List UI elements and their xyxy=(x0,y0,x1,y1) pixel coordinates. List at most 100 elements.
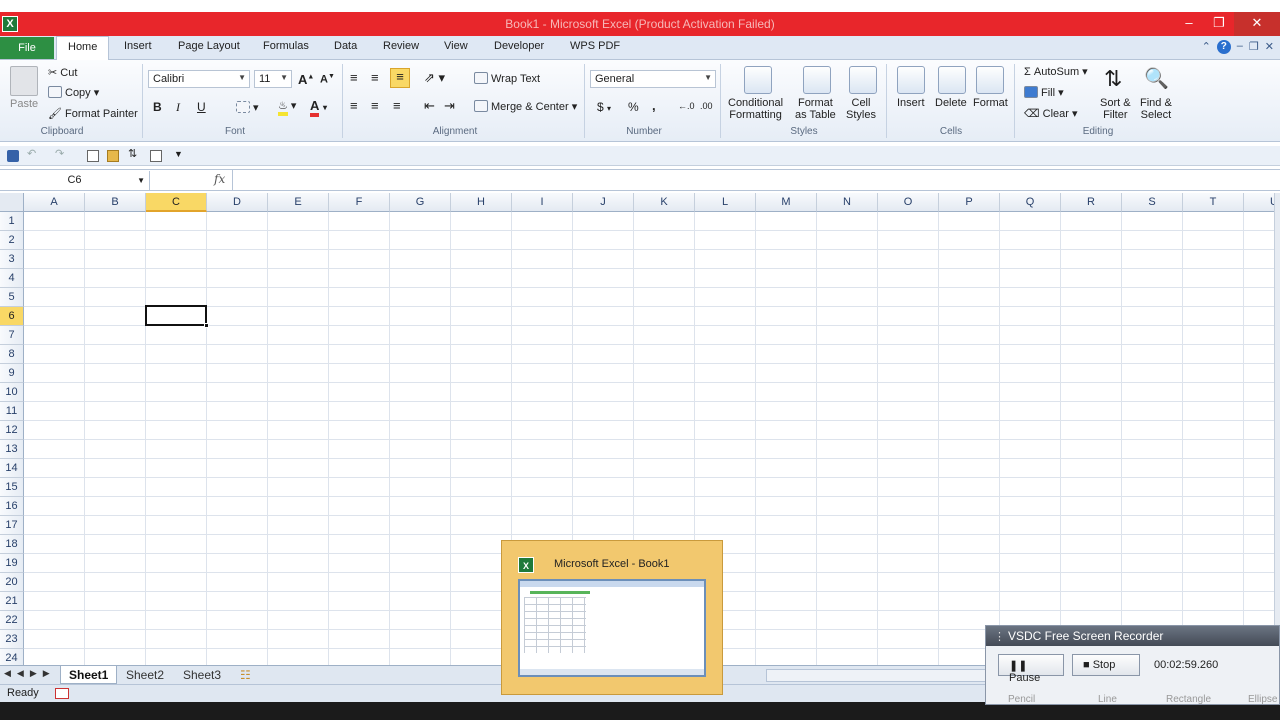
row-header-15[interactable]: 15 xyxy=(0,478,24,497)
name-box[interactable]: C6 ▼ xyxy=(0,171,150,190)
minimize-icon[interactable]: – xyxy=(1174,12,1204,36)
column-header-l[interactable]: L xyxy=(695,193,756,212)
column-header-p[interactable]: P xyxy=(939,193,1000,212)
borders-button[interactable]: ▾ xyxy=(236,101,259,114)
row-header-5[interactable]: 5 xyxy=(0,288,24,307)
row-header-1[interactable]: 1 xyxy=(0,212,24,231)
row-header-22[interactable]: 22 xyxy=(0,611,24,630)
column-header-m[interactable]: M xyxy=(756,193,817,212)
align-left-icon[interactable]: ≡ xyxy=(350,98,358,113)
find-select-button[interactable]: Find & Select xyxy=(1140,97,1172,121)
decrease-indent-icon[interactable]: ⇤ xyxy=(424,98,435,114)
row-header-11[interactable]: 11 xyxy=(0,402,24,421)
row-header-16[interactable]: 16 xyxy=(0,497,24,516)
copy-button[interactable]: Copy ▾ xyxy=(48,86,99,99)
print-preview-icon[interactable] xyxy=(87,150,99,162)
tab-page-layout[interactable]: Page Layout xyxy=(178,40,240,52)
tab-data[interactable]: Data xyxy=(334,40,357,52)
macro-record-icon[interactable] xyxy=(55,688,69,699)
fill-handle[interactable] xyxy=(204,323,209,328)
row-header-2[interactable]: 2 xyxy=(0,231,24,250)
merge-center-button[interactable]: Merge & Center ▾ xyxy=(474,100,577,113)
insert-sheet-icon[interactable]: ☷ xyxy=(232,666,259,684)
save-icon[interactable] xyxy=(7,150,19,162)
row-header-6[interactable]: 6 xyxy=(0,307,24,326)
column-header-n[interactable]: N xyxy=(817,193,878,212)
tab-home[interactable]: Home xyxy=(56,36,110,61)
paste-icon[interactable] xyxy=(10,66,38,96)
customize-toolbar-icon[interactable]: ▼ xyxy=(174,149,186,161)
pause-button[interactable]: ❚❚ Pause xyxy=(998,654,1064,684)
row-header-4[interactable]: 4 xyxy=(0,269,24,288)
format-as-table-button[interactable]: Format as Table xyxy=(795,97,836,121)
decrease-decimal-icon[interactable]: .00 xyxy=(700,101,713,111)
fill-color-button[interactable]: ♨ ▾ xyxy=(278,99,296,116)
row-header-12[interactable]: 12 xyxy=(0,421,24,440)
restore-icon[interactable]: ❐ xyxy=(1204,12,1234,36)
sheet-tab-sheet2[interactable]: Sheet2 xyxy=(118,666,172,684)
formula-input[interactable] xyxy=(236,173,1276,188)
stop-button[interactable]: ■ Stop xyxy=(1072,654,1140,676)
new-document-icon[interactable] xyxy=(150,150,162,162)
tab-review[interactable]: Review xyxy=(383,40,419,52)
row-header-14[interactable]: 14 xyxy=(0,459,24,478)
help-icon[interactable]: ? xyxy=(1216,40,1231,54)
delete-cells-button[interactable]: Delete xyxy=(935,97,967,109)
sheet-tab-sheet3[interactable]: Sheet3 xyxy=(175,666,229,684)
increase-decimal-icon[interactable]: ←.0 xyxy=(678,101,695,111)
column-header-d[interactable]: D xyxy=(207,193,268,212)
sheet-nav-buttons[interactable]: ◀◀▶▶ xyxy=(4,668,56,679)
font-name-select[interactable]: Calibri ▼ xyxy=(148,70,250,88)
preview-thumbnail[interactable] xyxy=(518,579,706,677)
insert-function-icon[interactable]: fx xyxy=(214,172,225,186)
paste-button[interactable]: Paste xyxy=(10,98,38,110)
comma-button[interactable]: , xyxy=(652,98,656,113)
row-header-23[interactable]: 23 xyxy=(0,630,24,649)
row-header-13[interactable]: 13 xyxy=(0,440,24,459)
close-icon[interactable]: ✕ xyxy=(1234,12,1280,36)
format-cells-button[interactable]: Format xyxy=(973,97,1008,109)
column-header-i[interactable]: I xyxy=(512,193,573,212)
font-color-button[interactable]: A ▾ xyxy=(310,98,327,117)
conditional-formatting-button[interactable]: Conditional Formatting xyxy=(728,97,783,121)
tab-developer[interactable]: Developer xyxy=(494,40,544,52)
row-header-24[interactable]: 24 xyxy=(0,649,24,665)
number-format-select[interactable]: General ▼ xyxy=(590,70,716,88)
rectangle-tool[interactable]: Rectangle xyxy=(1166,694,1211,705)
column-header-o[interactable]: O xyxy=(878,193,939,212)
column-header-a[interactable]: A xyxy=(24,193,85,212)
redo-icon[interactable]: ↷ xyxy=(55,147,67,160)
column-header-r[interactable]: R xyxy=(1061,193,1122,212)
column-header-s[interactable]: S xyxy=(1122,193,1183,212)
cell-styles-button[interactable]: Cell Styles xyxy=(846,97,876,121)
font-size-select[interactable]: 11 ▼ xyxy=(254,70,292,88)
align-top-icon[interactable]: ≡ xyxy=(350,70,358,85)
vertical-scrollbar[interactable] xyxy=(1274,193,1280,665)
fill-button[interactable]: Fill ▾ xyxy=(1024,86,1064,99)
column-header-g[interactable]: G xyxy=(390,193,451,212)
workbook-minimize-icon[interactable]: – xyxy=(1237,40,1243,54)
row-header-19[interactable]: 19 xyxy=(0,554,24,573)
undo-icon[interactable]: ↶ xyxy=(27,147,39,160)
align-right-icon[interactable]: ≡ xyxy=(393,98,401,113)
grip-icon[interactable]: ⋮ xyxy=(994,630,1005,643)
align-middle-icon[interactable]: ≡ xyxy=(371,70,379,85)
row-header-18[interactable]: 18 xyxy=(0,535,24,554)
clear-button[interactable]: ⌫ Clear ▾ xyxy=(1024,107,1078,120)
sort-icon[interactable]: ⇅ xyxy=(128,147,140,160)
row-header-21[interactable]: 21 xyxy=(0,592,24,611)
italic-button[interactable]: I xyxy=(176,100,180,115)
format-painter-button[interactable]: 🖌 Format Painter xyxy=(48,107,138,120)
column-header-k[interactable]: K xyxy=(634,193,695,212)
open-folder-icon[interactable] xyxy=(107,150,119,162)
row-header-17[interactable]: 17 xyxy=(0,516,24,535)
row-header-9[interactable]: 9 xyxy=(0,364,24,383)
line-tool[interactable]: Line xyxy=(1098,694,1117,705)
row-header-3[interactable]: 3 xyxy=(0,250,24,269)
minimize-ribbon-icon[interactable]: ⌃ xyxy=(1202,40,1211,54)
tab-view[interactable]: View xyxy=(444,40,468,52)
pencil-tool[interactable]: Pencil xyxy=(1008,694,1035,705)
cut-button[interactable]: ✂ Cut xyxy=(48,66,77,79)
workbook-restore-icon[interactable]: ❐ xyxy=(1249,40,1259,54)
ellipse-tool[interactable]: Ellipse xyxy=(1248,694,1277,705)
